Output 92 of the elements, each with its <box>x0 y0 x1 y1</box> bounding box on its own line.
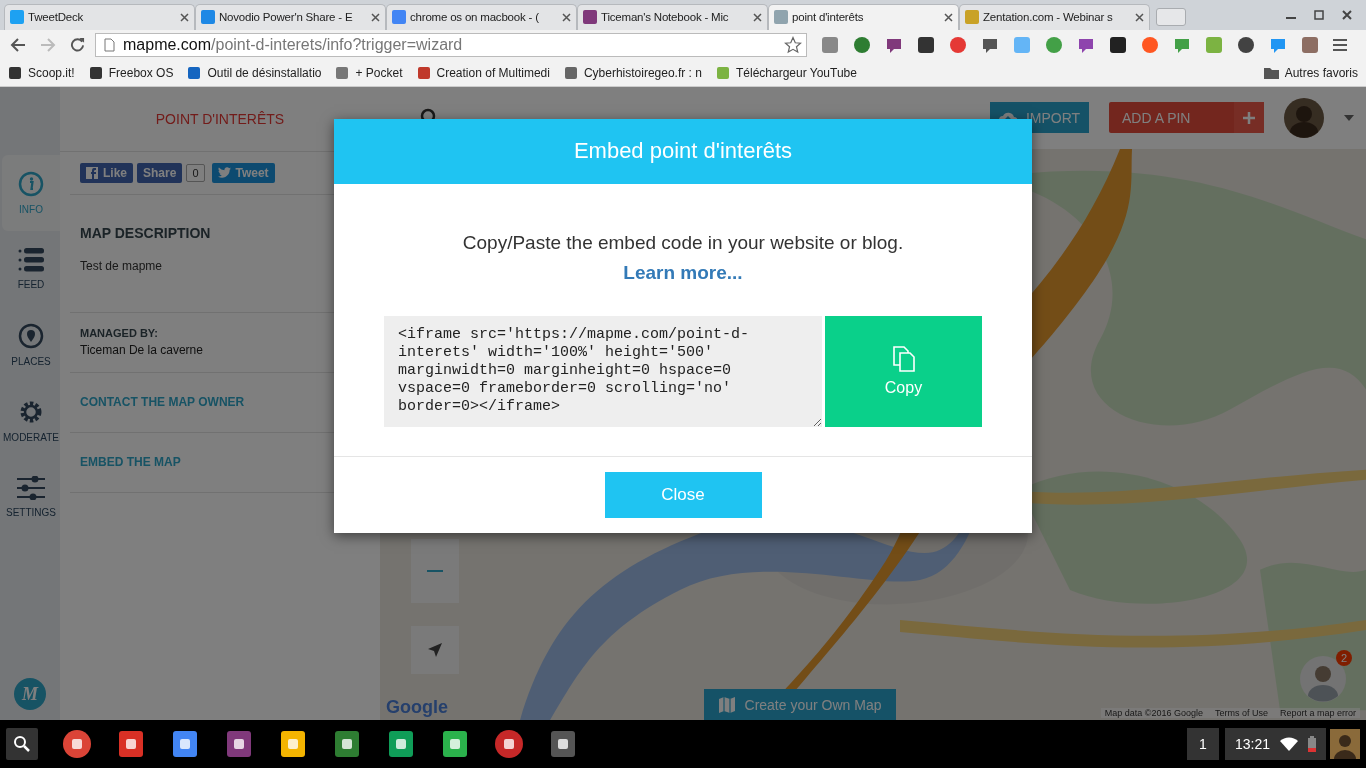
menu-icon[interactable] <box>1333 37 1347 52</box>
list-icon <box>18 247 44 272</box>
browser-tab[interactable]: Zentation.com - Webinar s <box>959 3 1150 30</box>
site-icon <box>335 65 350 80</box>
owner-name: Ticeman De la caverne <box>80 343 204 358</box>
map-description: Test de mapme <box>80 258 164 273</box>
share-count: 0 <box>186 163 205 182</box>
folder-icon <box>1263 66 1279 79</box>
app-icon[interactable] <box>386 729 416 759</box>
page-icon <box>104 37 115 52</box>
instruction-text: Copy/Paste the embed code in your website or blog. <box>462 231 904 254</box>
app-icon[interactable] <box>332 729 362 759</box>
status-tray[interactable]: 13:21 <box>1224 728 1326 760</box>
sidebar-item[interactable]: FEED <box>2 230 60 307</box>
report-link[interactable]: Report a map error <box>1279 708 1356 719</box>
bookmark[interactable]: Freebox OS <box>88 65 174 80</box>
section-heading: MAP DESCRIPTION <box>80 224 212 241</box>
location-pin-icon <box>18 322 44 349</box>
bookmark[interactable]: Creation of Multimedi <box>416 65 550 80</box>
close-icon[interactable] <box>180 12 189 22</box>
app-icon[interactable] <box>116 729 146 759</box>
site-icon <box>187 65 202 80</box>
facebook-icon <box>86 166 98 179</box>
reload-icon[interactable] <box>70 37 85 53</box>
bookmark[interactable]: + Pocket <box>335 65 403 80</box>
person-silhouette-icon <box>1300 656 1346 703</box>
caret-icon[interactable] <box>1344 114 1354 121</box>
wifi-icon <box>1280 737 1298 751</box>
window-count[interactable]: 1 <box>1186 728 1219 760</box>
site-icon <box>88 65 103 80</box>
browser-tab[interactable]: Novodio Power'n Share - E <box>195 3 386 30</box>
app-icon[interactable] <box>170 729 200 759</box>
extension-icon[interactable] <box>1109 35 1127 54</box>
browser-tab[interactable]: point d'interêts <box>768 3 959 30</box>
google-logo: Google <box>386 697 448 719</box>
learn-more-link[interactable]: Learn more... <box>623 261 743 284</box>
chat-avatar[interactable]: 2 <box>1300 650 1352 703</box>
close-icon[interactable] <box>1135 12 1144 22</box>
address-bar[interactable]: mapme.com/point-d-interets/info?trigger=wizard <box>95 32 807 57</box>
bookmark[interactable]: Outil de désinstallatio <box>187 65 322 80</box>
tweet-button[interactable]: Tweet <box>211 162 275 183</box>
close-icon[interactable] <box>944 12 953 22</box>
site-icon <box>715 65 730 80</box>
site-icon <box>8 65 22 80</box>
share-button[interactable]: Share <box>137 162 183 183</box>
sliders-icon <box>17 475 45 500</box>
app-icon[interactable] <box>224 729 254 759</box>
map-icon <box>718 696 735 713</box>
map-attribution: Map data ©2016 Google <box>1104 708 1203 719</box>
embed-code-field[interactable]: <iframe src='https://mapme.com/point-d-interets' width='100%' height='500' marginwidth=0 marginheight=0 hspace=0 vspace=0 frameborder=0 scrolling='no' border=0></iframe> <box>384 315 822 427</box>
extension-icon[interactable] <box>917 35 935 54</box>
avatar[interactable] <box>1330 729 1360 759</box>
add-pin-button[interactable]: ADD A PIN <box>1109 102 1264 134</box>
restore-icon[interactable] <box>1314 9 1324 20</box>
app-icon[interactable] <box>62 729 92 759</box>
minus-icon <box>427 569 443 572</box>
sidebar-item[interactable]: MODERATE <box>2 382 60 459</box>
app-icon[interactable] <box>440 729 470 759</box>
sidebar-item[interactable]: PLACES <box>2 306 60 383</box>
info-icon <box>18 170 44 197</box>
app-icon[interactable] <box>548 729 578 759</box>
terms-link[interactable]: Terms of Use <box>1214 708 1268 719</box>
close-icon[interactable] <box>1342 9 1352 20</box>
navigation-arrow-icon <box>428 642 442 657</box>
app-icon[interactable] <box>278 729 308 759</box>
bookmark[interactable]: Cyberhistoiregeo.fr : n <box>563 65 702 80</box>
close-icon[interactable] <box>371 12 380 22</box>
back-icon[interactable] <box>10 37 26 52</box>
battery-icon <box>1308 736 1316 752</box>
map-title: POINT D'INTERÊTS <box>155 110 285 127</box>
bookmark-folder[interactable]: Autres favoris <box>1263 65 1358 80</box>
bookmark[interactable]: Téléchargeur YouTube <box>715 65 857 80</box>
browser-tab[interactable]: Ticeman's Notebook - Mic <box>577 3 768 30</box>
bird-icon <box>217 167 231 179</box>
locate-button[interactable] <box>411 625 459 674</box>
star-icon[interactable] <box>784 35 802 54</box>
bookmark[interactable]: Scoop.it! <box>8 65 75 80</box>
close-icon[interactable] <box>753 12 762 22</box>
browser-tab[interactable]: chrome os on macbook - ( <box>386 3 577 30</box>
app-icon[interactable] <box>494 729 524 759</box>
close-icon[interactable] <box>562 12 571 22</box>
search-icon[interactable] <box>6 728 38 760</box>
like-button[interactable]: Like <box>80 162 133 183</box>
extension-icon[interactable] <box>1237 35 1255 54</box>
site-icon <box>416 65 431 80</box>
dialog-title: Embed point d'interêts <box>573 138 793 165</box>
avatar[interactable] <box>1284 97 1324 138</box>
plus-icon <box>1243 111 1255 124</box>
sidebar-item[interactable]: SETTINGS <box>2 458 60 535</box>
browser-tab[interactable]: TweetDeck <box>4 3 195 30</box>
managed-by-label: MANAGED BY: <box>80 327 159 340</box>
site-icon <box>563 65 578 80</box>
